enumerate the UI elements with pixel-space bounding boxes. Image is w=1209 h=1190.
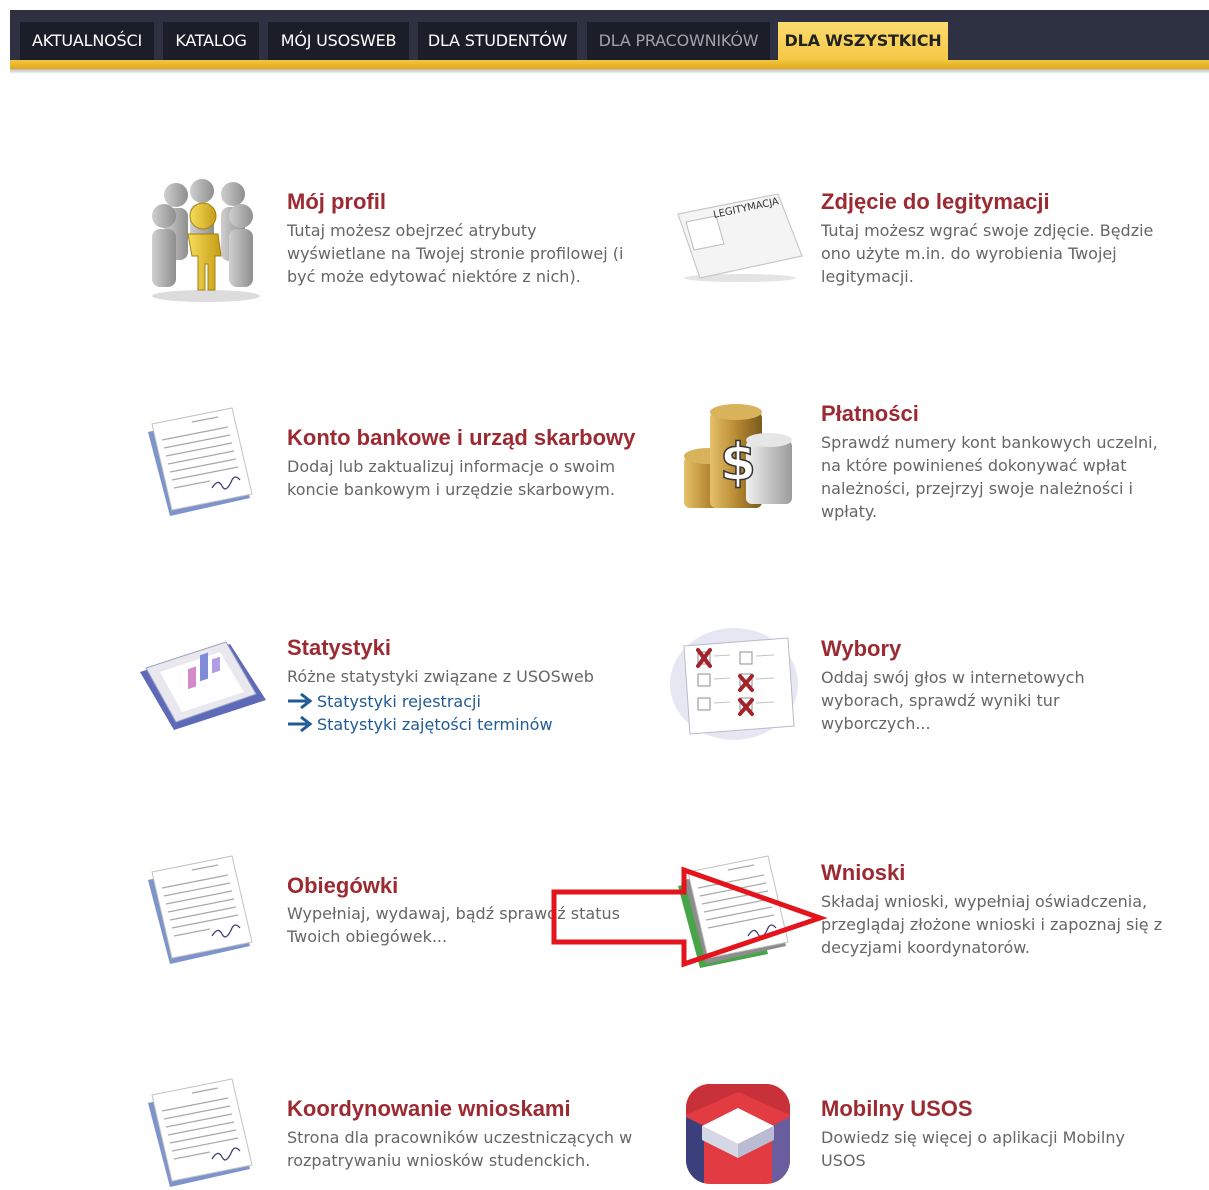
tile-desc-wnioski: Składaj wnioski, wypełniaj oświadczenia,… [821,892,1163,957]
nav-shadow [10,69,1209,74]
arrow-right-icon [288,715,313,733]
tab-dla-pracownikow[interactable]: DLA PRACOWNIKÓW [587,22,770,60]
tile-desc-statystyki: Różne statystyki związane z USOSweb [287,667,594,686]
arrow-right-icon [288,692,313,710]
tile-title-platnosci[interactable]: Płatności [821,401,919,427]
link-statystyki-zajetosci[interactable]: Statystyki zajętości terminów [287,715,553,734]
tab-dla-studentow[interactable]: DLA STUDENTÓW [418,22,577,60]
people-icon[interactable] [140,178,268,303]
mobile-usos-icon[interactable] [684,1082,792,1186]
coins-dollar-icon[interactable]: $ [676,400,801,520]
tile-title-obiegowki[interactable]: Obiegówki [287,873,398,899]
dollar-sign: $ [720,433,756,493]
tile-title-moj-profil[interactable]: Mój profil [287,189,386,215]
tile-title-mobilny[interactable]: Mobilny USOS [821,1096,973,1122]
tile-title-koordynowanie[interactable]: Koordynowanie wnioskami [287,1096,571,1122]
tile-desc-obiegowki: Wypełniaj, wydawaj, bądź sprawdź status … [287,904,620,946]
tab-katalog[interactable]: KATALOG [163,22,259,60]
tile-title-konto[interactable]: Konto bankowe i urząd skarbowy [287,425,635,451]
document-icon[interactable] [140,850,265,970]
ballot-icon[interactable] [668,622,804,744]
link-statystyki-rejestracji[interactable]: Statystyki rejestracji [287,692,481,711]
tab-aktualnosci[interactable]: AKTUALNOŚCI [20,22,154,60]
tile-desc-zdjecie: Tutaj możesz wgrać swoje zdjęcie. Będzie… [821,221,1154,286]
tab-dla-wszystkich[interactable]: DLA WSZYSTKICH [778,22,948,60]
tile-title-wybory[interactable]: Wybory [821,636,901,662]
tile-desc-konto: Dodaj lub zaktualizuj informacje o swoim… [287,457,616,499]
tab-moj-usosweb[interactable]: MÓJ USOSWEB [268,22,409,60]
document-icon[interactable] [140,1073,265,1190]
tile-desc-moj-profil: Tutaj możesz obejrzeć atrybuty wyświetla… [287,221,624,286]
tile-title-wnioski[interactable]: Wnioski [821,860,905,886]
tile-title-statystyki[interactable]: Statystyki [287,635,391,661]
tile-desc-wybory: Oddaj swój głos w internetowych wyborach… [821,668,1085,733]
tile-desc-mobilny: Dowiedz się więcej o aplikacji Mobilny U… [821,1128,1125,1170]
tile-title-zdjecie[interactable]: Zdjęcie do legitymacji [821,189,1050,215]
document-stack-icon[interactable] [676,850,801,970]
nav-accent-line [10,60,1209,69]
chart-icon[interactable] [136,638,271,733]
document-icon[interactable] [140,402,265,522]
tile-desc-platnosci: Sprawdź numery kont bankowych uczelni, n… [821,433,1158,521]
tile-desc-koordynowanie: Strona dla pracowników uczestniczących w… [287,1128,633,1170]
id-card-icon[interactable]: LEGITYMACJA [674,192,806,284]
